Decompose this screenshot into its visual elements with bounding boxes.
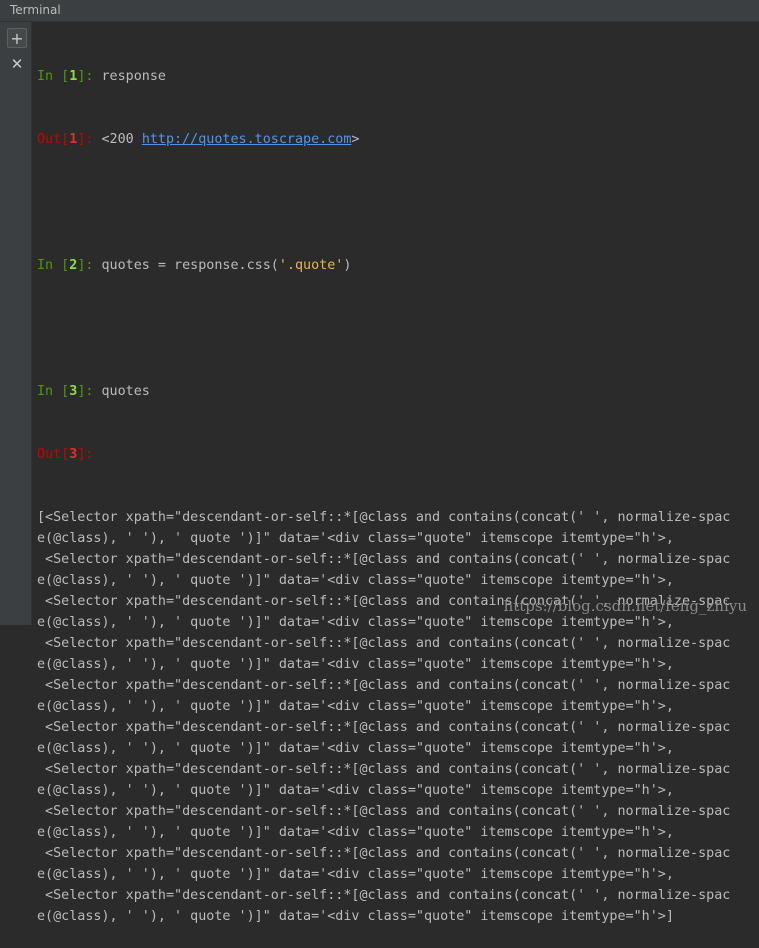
close-session-button[interactable]: ✕ (7, 54, 27, 74)
new-session-button[interactable]: + (7, 28, 27, 48)
output-text-line: e(@class), ' '), ' quote ')]" data='<div… (37, 615, 674, 630)
output-suffix: > (351, 132, 360, 147)
output-text-line: e(@class), ' '), ' quote ')]" data='<div… (37, 573, 674, 588)
url-link[interactable]: http://quotes.toscrape.com (142, 132, 352, 147)
terminal-toolbar: + ✕ (0, 22, 32, 625)
terminal-output[interactable]: In [1]: response Out[1]: <200 http://quo… (37, 24, 759, 924)
output-text-line: <Selector xpath="descendant-or-self::*[@… (37, 636, 731, 651)
input-line-1: In [1]: response (37, 66, 759, 87)
window-title: Terminal (10, 3, 61, 17)
plus-icon: + (10, 28, 24, 48)
command-suffix: ) (343, 258, 352, 273)
input-line-3: In [3]: quotes (37, 381, 759, 402)
out-prompt-close: ]: (77, 447, 102, 462)
out-prompt-close: ]: (77, 132, 102, 147)
watermark: https://blog.csdn.net/feng_zhiyu (503, 597, 747, 615)
output-text-line: e(@class), ' '), ' quote ')]" data='<div… (37, 909, 674, 924)
in-prompt: In [ (37, 384, 70, 399)
in-prompt-close: ]: (77, 258, 102, 273)
command-prefix: quotes = response.css( (101, 258, 279, 273)
command-text: response (101, 69, 167, 84)
output-text-line: <Selector xpath="descendant-or-self::*[@… (37, 552, 731, 567)
output-text-line: <Selector xpath="descendant-or-self::*[@… (37, 804, 731, 819)
output-text-line: <Selector xpath="descendant-or-self::*[@… (37, 720, 731, 735)
output-text-line: e(@class), ' '), ' quote ')]" data='<div… (37, 699, 674, 714)
out-prompt: Out[ (37, 132, 70, 147)
in-prompt: In [ (37, 258, 70, 273)
output-text-line: [<Selector xpath="descendant-or-self::*[… (37, 510, 731, 525)
out-prompt: Out[ (37, 447, 70, 462)
output-text-line: <Selector xpath="descendant-or-self::*[@… (37, 888, 731, 903)
output-text-line: <Selector xpath="descendant-or-self::*[@… (37, 762, 731, 777)
in-prompt: In [ (37, 69, 70, 84)
output-text-line: e(@class), ' '), ' quote ')]" data='<div… (37, 825, 674, 840)
output-text-line: e(@class), ' '), ' quote ')]" data='<div… (37, 531, 674, 546)
output-text-line: e(@class), ' '), ' quote ')]" data='<div… (37, 783, 674, 798)
output-text-line: e(@class), ' '), ' quote ')]" data='<div… (37, 657, 674, 672)
output-text-line: <Selector xpath="descendant-or-self::*[@… (37, 846, 731, 861)
output-text-line: <Selector xpath="descendant-or-self::*[@… (37, 678, 731, 693)
output-text-line: e(@class), ' '), ' quote ')]" data='<div… (37, 867, 674, 882)
command-text: quotes (101, 384, 150, 399)
terminal-titlebar: Terminal (0, 0, 759, 22)
output-line-1: Out[1]: <200 http://quotes.toscrape.com> (37, 129, 759, 150)
close-icon: ✕ (10, 55, 24, 73)
output-line-3: Out[3]: (37, 444, 759, 465)
output-text-line: e(@class), ' '), ' quote ')]" data='<div… (37, 741, 674, 756)
selector-list-output: [<Selector xpath="descendant-or-self::*[… (37, 507, 759, 927)
in-prompt-close: ]: (77, 69, 102, 84)
output-prefix: <200 (101, 132, 142, 147)
input-line-2: In [2]: quotes = response.css('.quote') (37, 255, 759, 276)
command-string: '.quote' (278, 258, 344, 273)
in-prompt-close: ]: (77, 384, 102, 399)
